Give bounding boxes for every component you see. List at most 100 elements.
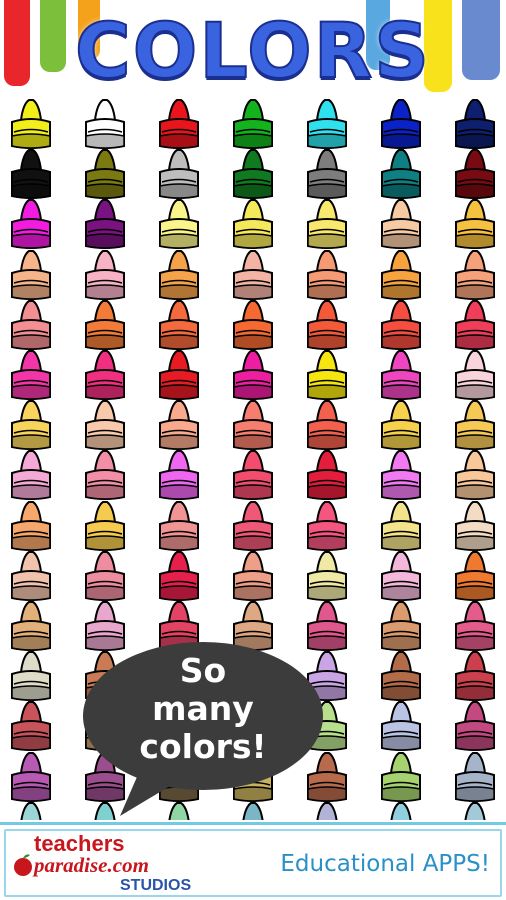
crayon-8-4[interactable]	[231, 449, 275, 501]
crayon-icon	[159, 199, 199, 249]
crayon-8-6[interactable]	[379, 449, 423, 501]
crayon-12-1[interactable]	[9, 650, 53, 702]
crayon-12-6[interactable]	[379, 650, 423, 702]
crayon-5-1[interactable]	[9, 299, 53, 351]
crayon-6-7[interactable]	[453, 349, 497, 401]
crayon-9-4[interactable]	[231, 500, 275, 552]
crayon-10-5[interactable]	[305, 550, 349, 602]
crayon-2-7[interactable]	[453, 148, 497, 200]
crayon-8-1[interactable]	[9, 449, 53, 501]
crayon-icon	[233, 149, 273, 199]
crayon-6-2[interactable]	[83, 349, 127, 401]
crayon-icon	[455, 250, 495, 300]
crayon-icon	[307, 501, 347, 551]
crayon-15-1[interactable]	[9, 801, 53, 820]
crayon-15-6[interactable]	[379, 801, 423, 820]
crayon-icon	[11, 501, 51, 551]
crayon-7-1[interactable]	[9, 399, 53, 451]
crayon-2-3[interactable]	[157, 148, 201, 200]
crayon-9-7[interactable]	[453, 500, 497, 552]
crayon-6-6[interactable]	[379, 349, 423, 401]
crayon-10-1[interactable]	[9, 550, 53, 602]
crayon-icon	[381, 99, 421, 149]
crayon-4-3[interactable]	[157, 249, 201, 301]
crayon-7-4[interactable]	[231, 399, 275, 451]
crayon-8-5[interactable]	[305, 449, 349, 501]
crayon-7-3[interactable]	[157, 399, 201, 451]
crayon-6-5[interactable]	[305, 349, 349, 401]
crayon-15-7[interactable]	[453, 801, 497, 820]
crayon-1-4[interactable]	[231, 98, 275, 150]
crayon-11-6[interactable]	[379, 600, 423, 652]
crayon-6-1[interactable]	[9, 349, 53, 401]
crayon-11-1[interactable]	[9, 600, 53, 652]
crayon-3-1[interactable]	[9, 198, 53, 250]
crayon-8-7[interactable]	[453, 449, 497, 501]
crayon-6-3[interactable]	[157, 349, 201, 401]
crayon-5-3[interactable]	[157, 299, 201, 351]
crayon-2-5[interactable]	[305, 148, 349, 200]
crayon-10-4[interactable]	[231, 550, 275, 602]
crayon-14-1[interactable]	[9, 751, 53, 803]
crayon-4-4[interactable]	[231, 249, 275, 301]
crayon-10-7[interactable]	[453, 550, 497, 602]
crayon-1-3[interactable]	[157, 98, 201, 150]
crayon-10-3[interactable]	[157, 550, 201, 602]
crayon-9-1[interactable]	[9, 500, 53, 552]
crayon-3-7[interactable]	[453, 198, 497, 250]
crayon-8-2[interactable]	[83, 449, 127, 501]
crayon-12-7[interactable]	[453, 650, 497, 702]
crayon-2-4[interactable]	[231, 148, 275, 200]
crayon-13-6[interactable]	[379, 700, 423, 752]
crayon-13-7[interactable]	[453, 700, 497, 752]
crayon-4-6[interactable]	[379, 249, 423, 301]
crayon-1-1[interactable]	[9, 98, 53, 150]
crayon-icon	[455, 149, 495, 199]
crayon-7-2[interactable]	[83, 399, 127, 451]
crayon-3-4[interactable]	[231, 198, 275, 250]
header-banner: COLORS	[0, 0, 506, 100]
crayon-14-7[interactable]	[453, 751, 497, 803]
crayon-icon	[381, 752, 421, 802]
crayon-8-3[interactable]	[157, 449, 201, 501]
crayon-4-7[interactable]	[453, 249, 497, 301]
crayon-9-6[interactable]	[379, 500, 423, 552]
crayon-10-6[interactable]	[379, 550, 423, 602]
crayon-3-2[interactable]	[83, 198, 127, 250]
crayon-13-1[interactable]	[9, 700, 53, 752]
crayon-5-6[interactable]	[379, 299, 423, 351]
teachers-paradise-logo[interactable]: teachers paradise.com STUDIOS	[10, 829, 230, 897]
crayon-2-6[interactable]	[379, 148, 423, 200]
crayon-4-2[interactable]	[83, 249, 127, 301]
crayon-4-1[interactable]	[9, 249, 53, 301]
crayon-9-5[interactable]	[305, 500, 349, 552]
crayon-1-2[interactable]	[83, 98, 127, 150]
footer-banner[interactable]: teachers paradise.com STUDIOS Educationa…	[0, 822, 506, 900]
crayon-icon	[381, 149, 421, 199]
crayon-7-6[interactable]	[379, 399, 423, 451]
crayon-5-4[interactable]	[231, 299, 275, 351]
crayon-icon	[233, 450, 273, 500]
crayon-2-2[interactable]	[83, 148, 127, 200]
crayon-10-2[interactable]	[83, 550, 127, 602]
crayon-2-1[interactable]	[9, 148, 53, 200]
crayon-5-7[interactable]	[453, 299, 497, 351]
crayon-11-7[interactable]	[453, 600, 497, 652]
crayon-3-5[interactable]	[305, 198, 349, 250]
crayon-7-7[interactable]	[453, 399, 497, 451]
crayon-4-5[interactable]	[305, 249, 349, 301]
crayon-3-3[interactable]	[157, 198, 201, 250]
crayon-1-7[interactable]	[453, 98, 497, 150]
crayon-6-4[interactable]	[231, 349, 275, 401]
crayon-5-2[interactable]	[83, 299, 127, 351]
crayon-1-6[interactable]	[379, 98, 423, 150]
crayon-9-3[interactable]	[157, 500, 201, 552]
bubble-line-3: colors!	[139, 727, 267, 766]
crayon-14-6[interactable]	[379, 751, 423, 803]
crayon-icon	[159, 350, 199, 400]
crayon-3-6[interactable]	[379, 198, 423, 250]
crayon-9-2[interactable]	[83, 500, 127, 552]
crayon-5-5[interactable]	[305, 299, 349, 351]
crayon-7-5[interactable]	[305, 399, 349, 451]
crayon-1-5[interactable]	[305, 98, 349, 150]
